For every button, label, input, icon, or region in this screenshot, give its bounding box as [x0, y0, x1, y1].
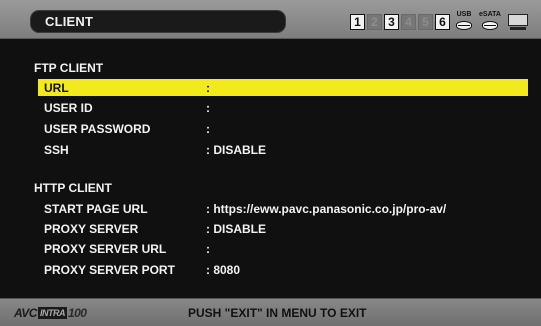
- avc-intra-logo: AVC INTRA 100: [14, 306, 87, 320]
- menu-item-value: :: [206, 242, 210, 256]
- slot-indicator-6: 6: [435, 14, 450, 30]
- menu-item-start-page-url[interactable]: START PAGE URL : https://eww.pavc.panaso…: [38, 200, 528, 217]
- monitor-icon: [507, 13, 529, 31]
- logo-intra-text: INTRA: [37, 307, 67, 319]
- title-bar: CLIENT 1 2 3 4 5 6 USB eSATA: [0, 0, 541, 39]
- page-title: CLIENT: [45, 14, 94, 29]
- menu-item-label: START PAGE URL: [44, 202, 148, 216]
- slot-indicator-2: 2: [367, 14, 382, 30]
- menu-item-value: :: [206, 101, 210, 115]
- slot-indicator-1: 1: [350, 14, 365, 30]
- http-section-title: HTTP CLIENT: [34, 181, 112, 195]
- menu-item-user-password[interactable]: USER PASSWORD :: [38, 120, 528, 137]
- menu-item-value: : 8080: [206, 263, 241, 277]
- menu-item-proxy-server[interactable]: PROXY SERVER : DISABLE: [38, 220, 528, 237]
- menu-item-label: USER PASSWORD: [44, 122, 151, 136]
- slot-indicator-4: 4: [401, 14, 416, 30]
- usb-label: USB: [456, 11, 472, 18]
- esata-drive-icon: eSATA: [478, 11, 502, 32]
- exit-instruction: PUSH "EXIT" IN MENU TO EXIT: [188, 306, 367, 320]
- menu-item-value: : https://eww.pavc.panasonic.co.jp/pro-a…: [206, 202, 447, 216]
- logo-number-text: 100: [67, 306, 87, 320]
- menu-item-value: : DISABLE: [206, 143, 266, 157]
- ftp-section-title: FTP CLIENT: [34, 61, 104, 75]
- menu-item-user-id[interactable]: USER ID :: [38, 99, 528, 116]
- slot-indicator-3: 3: [384, 14, 399, 30]
- menu-item-proxy-server-port[interactable]: PROXY SERVER PORT : 8080: [38, 261, 528, 278]
- menu-item-label: PROXY SERVER PORT: [44, 263, 175, 277]
- menu-item-value: :: [206, 122, 210, 136]
- logo-avc-text: AVC: [14, 306, 37, 320]
- status-icons: 1 2 3 4 5 6 USB eSATA: [350, 11, 529, 33]
- menu-item-ssh[interactable]: SSH : DISABLE: [38, 141, 528, 158]
- title-pill: CLIENT: [30, 10, 286, 33]
- menu-item-value: : DISABLE: [206, 222, 266, 236]
- usb-drive-icon: USB: [452, 11, 476, 32]
- menu-item-label: PROXY SERVER: [44, 222, 139, 236]
- menu-item-label: URL: [44, 81, 69, 95]
- menu-item-value: :: [206, 81, 210, 95]
- menu-item-label: PROXY SERVER URL: [44, 242, 167, 256]
- menu-screen: CLIENT 1 2 3 4 5 6 USB eSATA FTP CLIENT …: [0, 0, 541, 326]
- esata-label: eSATA: [479, 11, 501, 18]
- slot-indicator-5: 5: [418, 14, 433, 30]
- menu-item-proxy-server-url[interactable]: PROXY SERVER URL :: [38, 240, 528, 257]
- menu-item-url[interactable]: URL :: [38, 79, 528, 96]
- status-bar: AVC INTRA 100 PUSH "EXIT" IN MENU TO EXI…: [0, 298, 541, 326]
- menu-item-label: SSH: [44, 143, 69, 157]
- menu-item-label: USER ID: [44, 101, 93, 115]
